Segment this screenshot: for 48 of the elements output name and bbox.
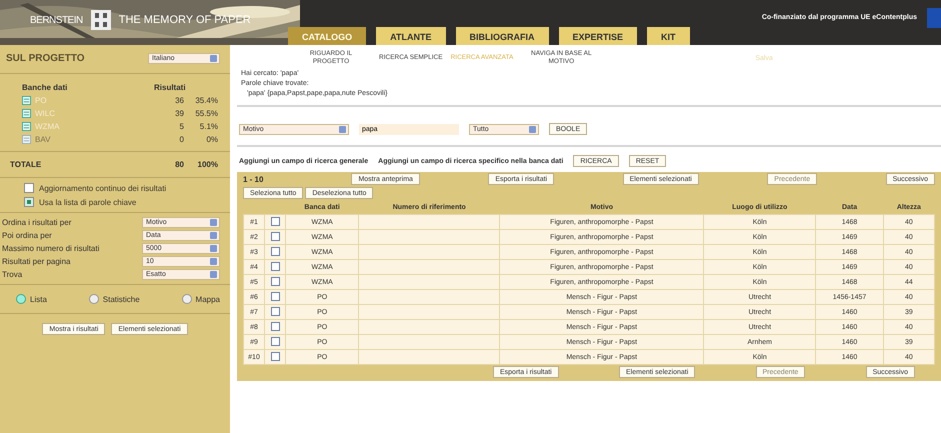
eu-flag-icon bbox=[927, 8, 941, 28]
row-checkbox[interactable] bbox=[270, 336, 280, 346]
nav-tab[interactable]: ATLANTE bbox=[376, 27, 446, 45]
logo-text[interactable]: BERNSTEIN bbox=[30, 14, 83, 26]
radio-label: Lista bbox=[30, 294, 47, 304]
row-checkbox[interactable] bbox=[270, 232, 280, 240]
row-checkbox[interactable] bbox=[270, 292, 280, 300]
option-label: Poi ordina per bbox=[2, 231, 52, 240]
result-count: 36 bbox=[174, 96, 184, 105]
radio-button[interactable] bbox=[16, 294, 26, 304]
option-label: Ordina i risultati per bbox=[2, 218, 72, 227]
checkbox-label: Usa la lista di parole chiave bbox=[39, 198, 136, 206]
row-checkbox[interactable] bbox=[270, 246, 280, 256]
result-count: 39 bbox=[174, 109, 184, 118]
row-checkbox[interactable] bbox=[270, 352, 280, 360]
checkbox[interactable] bbox=[24, 197, 34, 207]
total-count: 80 bbox=[174, 160, 184, 169]
nav-tab[interactable]: BIBLIOGRAFIA bbox=[456, 27, 548, 45]
radio-button[interactable] bbox=[88, 294, 99, 304]
column-header: Risultati bbox=[154, 83, 184, 92]
option-label: Massimo numero di risultati bbox=[2, 244, 100, 253]
radio-button[interactable] bbox=[182, 294, 192, 304]
row-checkbox[interactable] bbox=[270, 216, 280, 226]
result-percent: 55.5% bbox=[194, 109, 218, 118]
result-count: 5 bbox=[178, 122, 184, 131]
option-label: Risultati per pagina bbox=[2, 257, 70, 266]
result-count: 0 bbox=[178, 135, 184, 144]
total-label: TOTALE bbox=[10, 160, 42, 169]
sidebar-title[interactable]: SUL PROGETTO bbox=[6, 53, 85, 64]
column-header: Banche dati bbox=[22, 83, 68, 92]
result-range: 1 - 10 bbox=[243, 174, 264, 184]
grid-logo-icon bbox=[90, 10, 111, 30]
total-percent: 100% bbox=[196, 160, 218, 169]
radio-label: Mappa bbox=[196, 294, 220, 304]
option-label: Trova bbox=[2, 270, 22, 279]
radio-label: Statistiche bbox=[102, 294, 140, 304]
result-percent: 0% bbox=[205, 135, 218, 144]
result-percent: 35.4% bbox=[194, 96, 218, 105]
checkbox-label: Aggiornamento continuo dei risultati bbox=[39, 184, 166, 192]
row-checkbox[interactable] bbox=[270, 262, 280, 270]
nav-tab[interactable]: KIT bbox=[647, 27, 690, 45]
result-percent: 5.1% bbox=[198, 122, 218, 131]
row-checkbox[interactable] bbox=[270, 306, 280, 316]
site-title: THE MEMORY OF PAPER bbox=[118, 14, 251, 26]
row-checkbox[interactable] bbox=[270, 276, 280, 286]
row-checkbox[interactable] bbox=[270, 322, 280, 330]
checkbox[interactable] bbox=[24, 183, 34, 193]
nav-tab[interactable]: EXPERTISE bbox=[558, 27, 638, 45]
